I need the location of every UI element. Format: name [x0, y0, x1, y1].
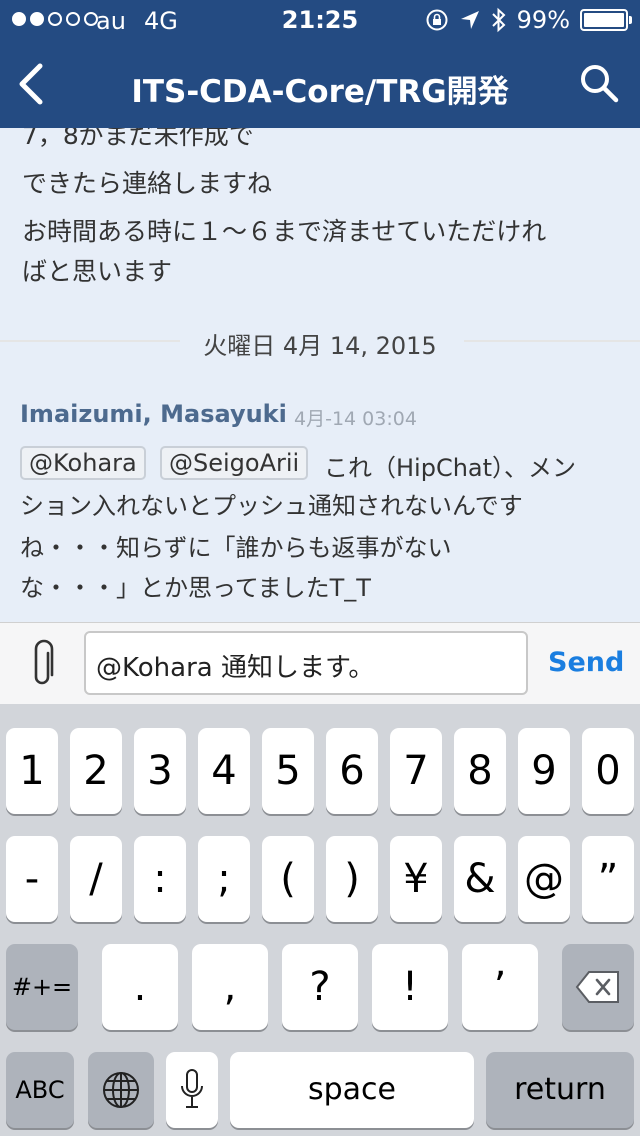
key-3[interactable]: 3	[134, 728, 186, 814]
key-symbol[interactable]: )	[326, 836, 378, 922]
key-punctuation[interactable]: ?	[282, 944, 358, 1030]
key-4[interactable]: 4	[198, 728, 250, 814]
key-1[interactable]: 1	[6, 728, 58, 814]
key-punctuation[interactable]: !	[372, 944, 448, 1030]
search-icon[interactable]	[578, 62, 620, 104]
key-abc[interactable]: ABC	[6, 1052, 74, 1128]
key-punctuation[interactable]: ,	[192, 944, 268, 1030]
message-line: 7，8がまだ未作成で	[22, 128, 254, 150]
key-space[interactable]: space	[230, 1052, 474, 1128]
key-0[interactable]: 0	[582, 728, 634, 814]
page-title: ITS-CDA-Core/TRG開発	[131, 74, 509, 110]
key-punctuation[interactable]: ’	[462, 944, 538, 1030]
key-9[interactable]: 9	[518, 728, 570, 814]
key-return[interactable]: return	[486, 1052, 634, 1128]
battery-percent: 99%	[516, 6, 570, 34]
key-symbol[interactable]: ¥	[390, 836, 442, 922]
key-symbol[interactable]: -	[6, 836, 58, 922]
key-delete[interactable]	[562, 944, 634, 1030]
key-symbol[interactable]: ;	[198, 836, 250, 922]
top-bar: au 4G 21:25 99% ITS-CDA-Core/TRG開発	[0, 0, 640, 128]
bluetooth-icon	[491, 7, 506, 33]
send-button[interactable]: Send	[548, 647, 624, 678]
key-6[interactable]: 6	[326, 728, 378, 814]
battery-icon	[580, 9, 632, 31]
mention-tag[interactable]: @SeigoArii	[160, 446, 309, 480]
status-icons: 99%	[425, 6, 632, 34]
keyboard: #+= ABC space return 1 2 3 4 5 6 7 8 9 0 - /:;() ¥ & @…	[0, 704, 640, 1136]
navigation-bar: ITS-CDA-Core/TRG開発	[0, 40, 640, 128]
message-text-line: これ（HipChat）、メン	[324, 454, 577, 482]
message-input[interactable]: @Kohara 通知します。	[84, 631, 528, 695]
key-symbol[interactable]: /	[70, 836, 122, 922]
message-line: お時間ある時に１〜６まで済ませていただけれ	[22, 217, 547, 246]
date-separator: 火曜日 4月 14, 2015	[0, 326, 640, 360]
chat-history[interactable]: 7，8がまだ未作成で できたら連絡しますね お時間ある時に１〜６まで済ませていた…	[0, 128, 640, 622]
message-text-line: ね・・・知らずに「誰からも返事がない	[20, 534, 452, 562]
key-symbol[interactable]: ”	[582, 836, 634, 922]
compose-bar: @Kohara 通知します。 Send	[0, 622, 640, 704]
rotation-lock-icon	[426, 9, 448, 31]
message-latest: Imaizumi, Masayuki 4月-14 03:04 @Kohara @…	[0, 376, 640, 622]
key-symbol[interactable]: :	[134, 836, 186, 922]
message-text-line: な・・・」とか思ってましたT_T	[20, 574, 371, 602]
key-5[interactable]: 5	[262, 728, 314, 814]
key-2[interactable]: 2	[70, 728, 122, 814]
sender-name: Imaizumi, Masayuki	[20, 400, 287, 428]
paperclip-icon[interactable]	[26, 639, 60, 691]
key-punctuation[interactable]: .	[102, 944, 178, 1030]
mention-tag[interactable]: @Kohara	[20, 446, 146, 480]
key-symbol[interactable]: (	[262, 836, 314, 922]
date-label: 火曜日 4月 14, 2015	[203, 332, 437, 360]
key-7[interactable]: 7	[390, 728, 442, 814]
message-text-line: ション入れないとプッシュ通知されないんです	[20, 492, 523, 520]
backspace-icon	[575, 971, 619, 1003]
status-bar: au 4G 21:25 99%	[0, 0, 640, 40]
key-globe[interactable]	[88, 1052, 154, 1128]
microphone-icon	[181, 1069, 203, 1108]
message-timestamp: 4月-14 03:04	[294, 408, 417, 430]
key-more-symbols[interactable]: #+=	[6, 944, 78, 1030]
location-icon	[460, 11, 479, 29]
message-line: できたら連絡しますね	[22, 169, 273, 198]
message-line: ばと思います	[22, 257, 173, 286]
key-8[interactable]: 8	[454, 728, 506, 814]
key-symbol[interactable]: @	[518, 836, 570, 922]
chevron-left-icon[interactable]	[14, 62, 50, 106]
key-symbol[interactable]: &	[454, 836, 506, 922]
globe-icon	[103, 1072, 139, 1108]
key-dictation[interactable]	[166, 1052, 218, 1128]
